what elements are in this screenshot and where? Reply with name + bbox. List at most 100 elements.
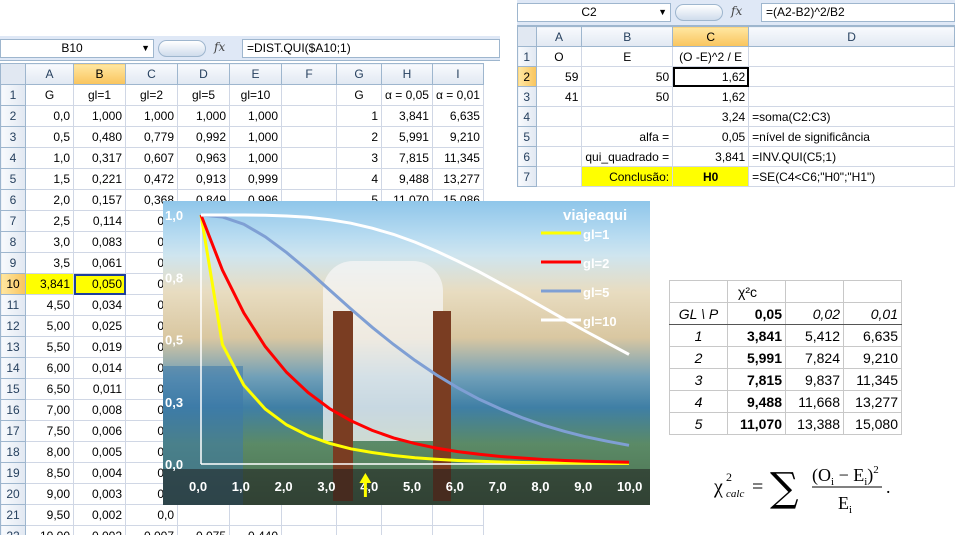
cell-a17[interactable]: 7,50: [25, 420, 74, 442]
cell-b6[interactable]: qui_quadrado =: [581, 146, 674, 167]
name-box[interactable]: B10 ▼: [0, 39, 154, 58]
cell-b2[interactable]: 50: [581, 66, 674, 87]
cell-a21[interactable]: 9,50: [25, 504, 74, 526]
cell-a1[interactable]: O: [535, 46, 583, 67]
cell-b1[interactable]: E: [581, 46, 674, 67]
cell-a3[interactable]: 41: [535, 86, 583, 107]
cell-g2[interactable]: 1: [336, 105, 382, 127]
cell-c6[interactable]: 3,841: [672, 146, 750, 167]
cell-e2[interactable]: 1,000: [229, 105, 282, 127]
column-header-d[interactable]: D: [177, 63, 230, 85]
column-header-h[interactable]: H: [381, 63, 433, 85]
column-header-c[interactable]: C: [672, 26, 750, 47]
row-header-7[interactable]: 7: [0, 210, 26, 232]
cell-b21[interactable]: 0,002: [73, 504, 126, 526]
cell-a13[interactable]: 5,50: [25, 336, 74, 358]
cell-h22[interactable]: [381, 525, 433, 535]
cell-a16[interactable]: 7,00: [25, 399, 74, 421]
cell-f22[interactable]: [281, 525, 337, 535]
row-header-3[interactable]: 3: [0, 126, 26, 148]
cell-b3[interactable]: 50: [581, 86, 674, 107]
cell-a9[interactable]: 3,5: [25, 252, 74, 274]
cell-c3[interactable]: 1,62: [672, 86, 750, 107]
cell-i21[interactable]: [431, 504, 484, 526]
insert-function-control[interactable]: fx: [675, 3, 757, 22]
cell-c1[interactable]: (O -E)^2 / E: [672, 46, 750, 67]
cell-a20[interactable]: 9,00: [25, 483, 74, 505]
row-header-7[interactable]: 7: [517, 166, 537, 187]
cell-i2[interactable]: 6,635: [431, 105, 484, 127]
cell-b8[interactable]: 0,083: [73, 231, 126, 253]
row-header-2[interactable]: 2: [0, 105, 26, 127]
fx-icon[interactable]: fx: [214, 40, 225, 54]
cell-d1[interactable]: [748, 46, 955, 67]
cell-d5[interactable]: =nível de significância: [748, 126, 955, 147]
cell-b1[interactable]: gl=1: [73, 84, 126, 106]
row-header-4[interactable]: 4: [517, 106, 537, 127]
cell-c2[interactable]: 1,62: [672, 66, 750, 87]
column-header-c[interactable]: C: [125, 63, 178, 85]
row-header-3[interactable]: 3: [517, 86, 537, 107]
cell-e22[interactable]: 0,440: [229, 525, 282, 535]
cell-a22[interactable]: 10,00: [25, 525, 74, 535]
row-header-12[interactable]: 12: [0, 315, 26, 337]
cell-e5[interactable]: 0,999: [229, 168, 282, 190]
cell-b10[interactable]: 0,050: [73, 273, 126, 295]
cell-b3[interactable]: 0,480: [73, 126, 126, 148]
column-header-g[interactable]: G: [336, 63, 382, 85]
cell-i4[interactable]: 11,345: [431, 147, 484, 169]
cell-h1[interactable]: α = 0,05: [381, 84, 433, 106]
cell-a12[interactable]: 5,00: [25, 315, 74, 337]
cell-a6[interactable]: [535, 146, 583, 167]
cell-b7[interactable]: 0,114: [73, 210, 126, 232]
cell-b9[interactable]: 0,061: [73, 252, 126, 274]
cell-d4[interactable]: 0,963: [177, 147, 230, 169]
cell-a2[interactable]: 0,0: [25, 105, 74, 127]
cell-a18[interactable]: 8,00: [25, 441, 74, 463]
row-header-1[interactable]: 1: [0, 84, 26, 106]
cell-a6[interactable]: 2,0: [25, 189, 74, 211]
cell-c5[interactable]: 0,472: [125, 168, 178, 190]
cell-g22[interactable]: [336, 525, 382, 535]
cell-d22[interactable]: 0,075: [177, 525, 230, 535]
cell-b15[interactable]: 0,011: [73, 378, 126, 400]
cell-d1[interactable]: gl=5: [177, 84, 230, 106]
cell-h21[interactable]: [381, 504, 433, 526]
cell-d6[interactable]: =INV.QUI(C5;1): [748, 146, 955, 167]
cell-g5[interactable]: 4: [336, 168, 382, 190]
select-all-corner[interactable]: [0, 63, 26, 85]
row-header-2[interactable]: 2: [517, 66, 537, 87]
cell-g1[interactable]: G: [336, 84, 382, 106]
cell-i1[interactable]: α = 0,01: [431, 84, 484, 106]
cell-i22[interactable]: [431, 525, 484, 535]
column-header-b[interactable]: B: [581, 26, 674, 47]
column-header-f[interactable]: F: [281, 63, 337, 85]
cell-d2[interactable]: [748, 66, 955, 87]
row-header-14[interactable]: 14: [0, 357, 26, 379]
row-header-10[interactable]: 10: [0, 273, 26, 295]
cell-c5[interactable]: 0,05: [672, 126, 750, 147]
cell-f2[interactable]: [281, 105, 337, 127]
cell-a11[interactable]: 4,50: [25, 294, 74, 316]
cell-b16[interactable]: 0,008: [73, 399, 126, 421]
cell-h4[interactable]: 7,815: [381, 147, 433, 169]
cell-d3[interactable]: 0,992: [177, 126, 230, 148]
row-header-16[interactable]: 16: [0, 399, 26, 421]
fx-icon[interactable]: fx: [731, 4, 742, 18]
cell-a5[interactable]: [535, 126, 583, 147]
cell-e21[interactable]: [229, 504, 282, 526]
cell-g3[interactable]: 2: [336, 126, 382, 148]
cell-b22[interactable]: 0,002: [73, 525, 126, 535]
cell-b7[interactable]: Conclusão:: [581, 166, 674, 187]
row-header-6[interactable]: 6: [0, 189, 26, 211]
row-header-5[interactable]: 5: [0, 168, 26, 190]
cell-a10[interactable]: 3,841: [25, 273, 74, 295]
column-header-a[interactable]: A: [535, 26, 583, 47]
cell-a4[interactable]: [535, 106, 583, 127]
cell-c22[interactable]: 0,007: [125, 525, 178, 535]
cell-a4[interactable]: 1,0: [25, 147, 74, 169]
row-header-22[interactable]: 22: [0, 525, 26, 535]
column-header-i[interactable]: I: [431, 63, 484, 85]
name-box[interactable]: C2 ▼: [517, 3, 671, 22]
cell-b4[interactable]: 0,317: [73, 147, 126, 169]
